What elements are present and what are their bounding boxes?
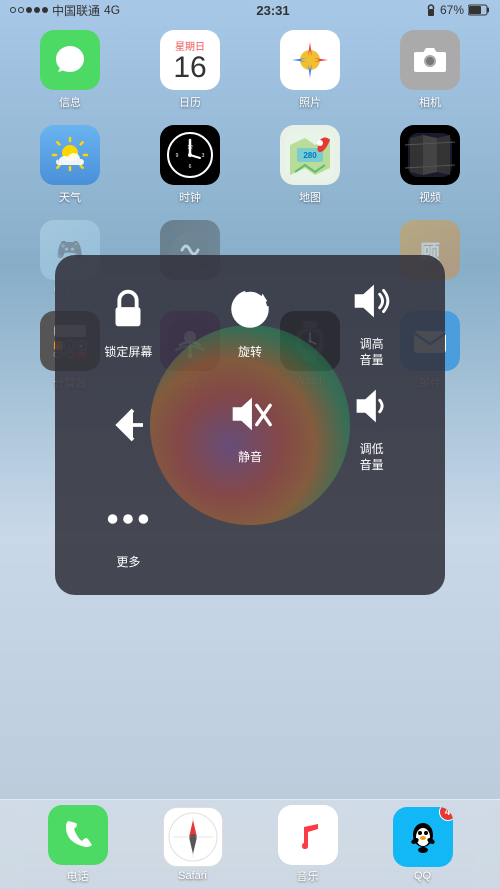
status-left: 中国联通 4G <box>10 2 120 19</box>
clock-icon: 12 6 9 3 <box>160 125 220 185</box>
menu-back[interactable] <box>70 375 187 475</box>
app-messages[interactable]: 信息 <box>15 30 125 110</box>
status-time: 23:31 <box>256 3 289 18</box>
video-label: 视频 <box>419 189 441 205</box>
svg-text:280: 280 <box>303 151 317 160</box>
svg-text:12: 12 <box>187 145 193 151</box>
calendar-date: 16 <box>173 53 206 83</box>
volume-down-icon <box>342 376 402 436</box>
svg-text:6: 6 <box>189 164 192 170</box>
maps-label: 地图 <box>299 189 321 205</box>
back-arrow-icon <box>98 395 158 455</box>
app-camera[interactable]: 相机 <box>375 30 485 110</box>
phone-icon <box>48 805 108 865</box>
signal-dot-5 <box>42 7 48 13</box>
dock-safari[interactable]: Safari <box>163 807 223 882</box>
menu-lock-screen[interactable]: 锁定屏幕 <box>70 270 187 370</box>
assistive-touch-menu[interactable]: 锁定屏幕 旋转 调高 音量 <box>55 255 445 595</box>
rotate-label: 旋转 <box>238 345 262 361</box>
status-bar: 中国联通 4G 23:31 67% <box>0 0 500 20</box>
app-maps[interactable]: 280 地图 <box>255 125 365 205</box>
safari-icon <box>163 807 223 867</box>
safari-label: Safari <box>178 870 207 882</box>
messages-label: 信息 <box>59 94 81 110</box>
app-weather[interactable]: 天气 <box>15 125 125 205</box>
signal-dot-2 <box>18 7 24 13</box>
music-icon <box>278 805 338 865</box>
signal-dot-1 <box>10 7 16 13</box>
rotate-icon <box>220 279 280 339</box>
status-right: 67% <box>426 3 490 17</box>
network-label: 4G <box>104 3 120 17</box>
menu-mute[interactable]: 静音 <box>192 375 309 475</box>
signal-dots <box>10 7 48 13</box>
menu-volume-up[interactable]: 调高 音量 <box>313 270 430 370</box>
qq-icon: 4 <box>393 807 453 867</box>
video-icon <box>400 125 460 185</box>
calendar-icon: 星期日 16 <box>160 30 220 90</box>
app-clock[interactable]: 12 6 9 3 时钟 <box>135 125 245 205</box>
app-photos[interactable]: 照片 <box>255 30 365 110</box>
battery-icon <box>468 4 490 16</box>
svg-text:9: 9 <box>176 153 179 159</box>
lock-status-icon <box>426 4 436 16</box>
dock: 电话 Safari 音乐 <box>0 799 500 889</box>
clock-label: 时钟 <box>179 189 201 205</box>
calendar-label: 日历 <box>179 94 201 110</box>
menu-volume-down[interactable]: 调低 音量 <box>313 375 430 475</box>
messages-icon <box>40 30 100 90</box>
qq-label: QQ <box>414 870 431 882</box>
app-video[interactable]: 视频 <box>375 125 485 205</box>
lock-screen-label: 锁定屏幕 <box>104 345 152 361</box>
more-label: 更多 <box>116 555 140 571</box>
maps-icon: 280 <box>280 125 340 185</box>
photos-label: 照片 <box>299 94 321 110</box>
weather-icon <box>40 125 100 185</box>
menu-rotate[interactable]: 旋转 <box>192 270 309 370</box>
volume-up-icon <box>342 271 402 331</box>
volume-down-label: 调低 音量 <box>360 442 384 473</box>
mute-icon <box>220 384 280 444</box>
camera-icon <box>400 30 460 90</box>
signal-dot-4 <box>34 7 40 13</box>
menu-dots[interactable]: 更多 <box>70 480 187 580</box>
dock-music[interactable]: 音乐 <box>278 805 338 884</box>
dock-qq[interactable]: 4 QQ <box>393 807 453 882</box>
carrier-label: 中国联通 <box>52 2 100 19</box>
volume-up-label: 调高 音量 <box>360 337 384 368</box>
app-calendar[interactable]: 星期日 16 日历 <box>135 30 245 110</box>
signal-dot-3 <box>26 7 32 13</box>
more-dots-icon <box>98 489 158 549</box>
mute-label: 静音 <box>238 450 262 466</box>
lock-screen-icon <box>98 279 158 339</box>
dock-phone[interactable]: 电话 <box>48 805 108 884</box>
camera-label: 相机 <box>419 94 441 110</box>
battery-percent: 67% <box>440 3 464 17</box>
photos-icon <box>280 30 340 90</box>
music-label: 音乐 <box>297 868 319 884</box>
weather-label: 天气 <box>59 189 81 205</box>
svg-text:3: 3 <box>202 153 205 159</box>
phone-label: 电话 <box>67 868 89 884</box>
